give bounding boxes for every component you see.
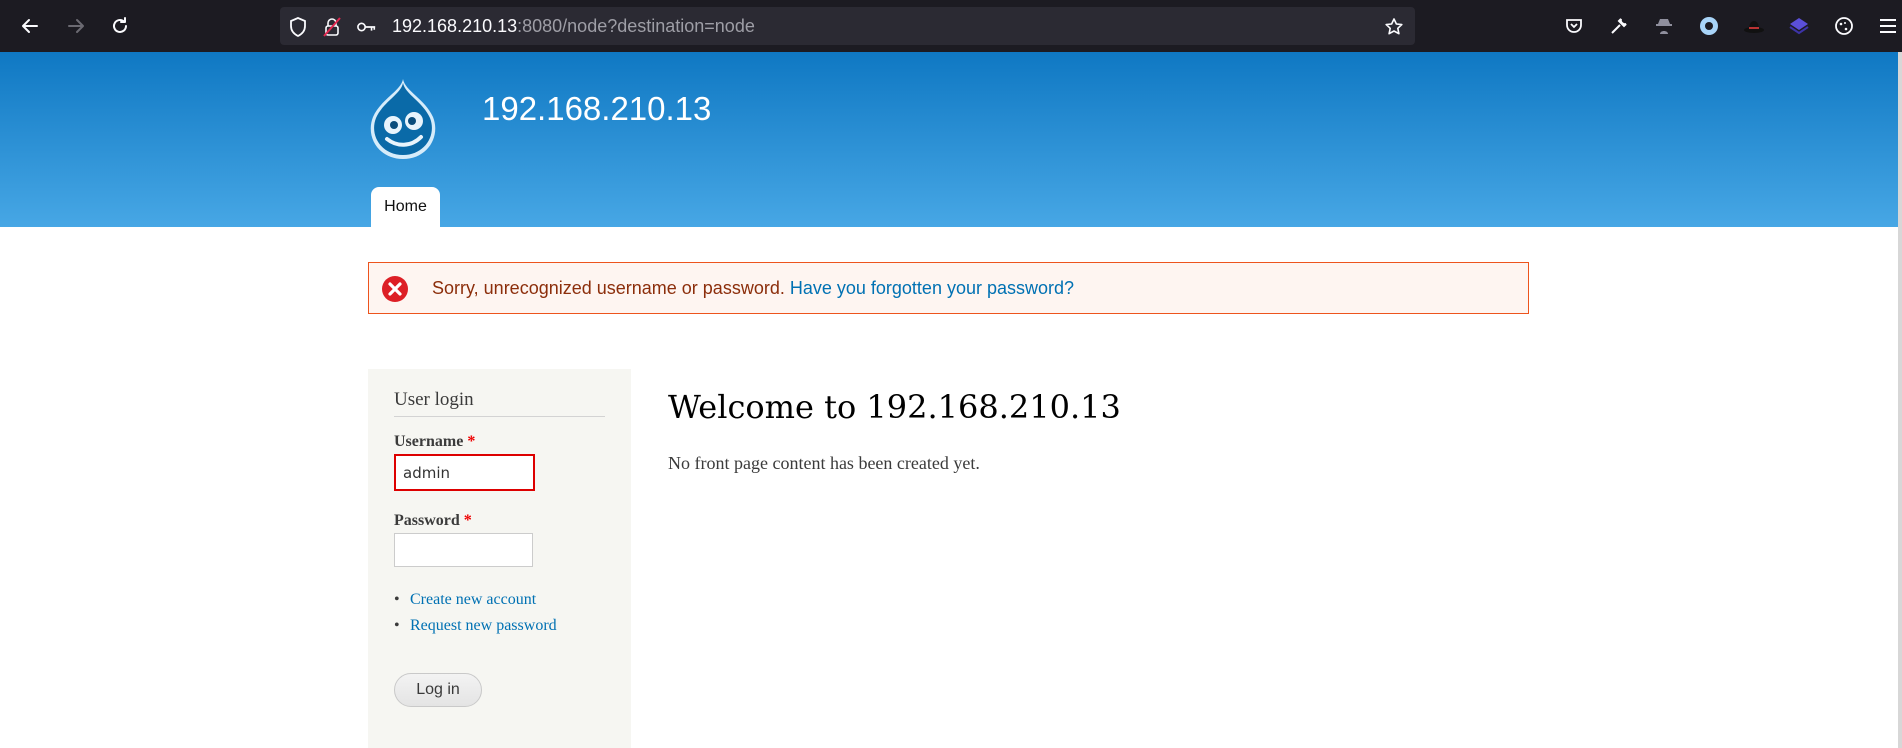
spy-icon[interactable]	[1652, 14, 1676, 38]
bullet: •	[394, 617, 400, 634]
url-path: :8080/node?destination=node	[517, 16, 755, 36]
forward-arrow-icon	[68, 19, 84, 33]
username-label-text: Username	[394, 433, 464, 450]
login-block-title: User login	[394, 389, 474, 410]
password-label: Password *	[394, 512, 472, 530]
forward-button[interactable]	[62, 12, 90, 40]
hat-icon[interactable]	[1742, 14, 1766, 38]
page-title: Welcome to 192.168.210.13	[668, 388, 1121, 426]
password-input[interactable]	[394, 533, 533, 567]
error-text: Sorry, unrecognized username or password…	[432, 278, 1074, 299]
cookie-icon[interactable]	[1832, 14, 1856, 38]
reload-button[interactable]	[106, 12, 134, 40]
request-password-link[interactable]: Request new password	[410, 617, 557, 634]
browser-toolbar: 192.168.210.13:8080/node?destination=nod…	[0, 0, 1902, 52]
bullet: •	[394, 591, 400, 608]
pocket-icon[interactable]	[1562, 14, 1586, 38]
back-arrow-icon	[22, 19, 38, 33]
list-item: • Create new account	[394, 591, 557, 617]
login-links: • Create new account • Request new passwor…	[394, 591, 557, 643]
error-message-text: Sorry, unrecognized username or password…	[432, 278, 785, 298]
divider	[394, 416, 605, 417]
key-icon[interactable]	[357, 17, 377, 37]
shield-icon[interactable]	[288, 17, 308, 37]
username-label: Username *	[394, 433, 475, 451]
required-marker: *	[467, 433, 476, 450]
layers-icon[interactable]	[1787, 14, 1811, 38]
reload-icon	[113, 17, 127, 33]
bookmark-star-icon[interactable]	[1384, 17, 1404, 37]
required-marker: *	[463, 512, 472, 529]
error-x-icon	[382, 276, 408, 302]
insecure-lock-icon[interactable]	[322, 17, 342, 37]
circle-extension-icon[interactable]	[1697, 14, 1721, 38]
address-bar[interactable]: 192.168.210.13:8080/node?destination=nod…	[280, 7, 1415, 45]
back-button[interactable]	[16, 12, 44, 40]
user-login-block: User login Username * Password * • Create…	[368, 369, 631, 748]
drupal-logo-icon[interactable]	[367, 77, 439, 162]
url-text[interactable]: 192.168.210.13:8080/node?destination=nod…	[392, 16, 755, 37]
menu-icon[interactable]	[1876, 14, 1900, 38]
site-name[interactable]: 192.168.210.13	[482, 90, 711, 128]
front-page-message: No front page content has been created y…	[668, 453, 980, 473]
url-host: 192.168.210.13	[392, 16, 518, 36]
password-label-text: Password	[394, 512, 460, 529]
wrench-icon[interactable]	[1607, 14, 1631, 38]
list-item: • Request new password	[394, 617, 557, 643]
tab-home[interactable]: Home	[371, 187, 440, 227]
page-scrollbar[interactable]	[1898, 52, 1902, 748]
login-button[interactable]: Log in	[394, 673, 482, 707]
error-message: Sorry, unrecognized username or password…	[368, 262, 1529, 314]
site-header: 192.168.210.13 Home	[0, 52, 1898, 227]
username-input[interactable]	[394, 454, 535, 491]
create-account-link[interactable]: Create new account	[410, 591, 536, 608]
forgot-password-link[interactable]: Have you forgotten your password?	[790, 278, 1074, 298]
